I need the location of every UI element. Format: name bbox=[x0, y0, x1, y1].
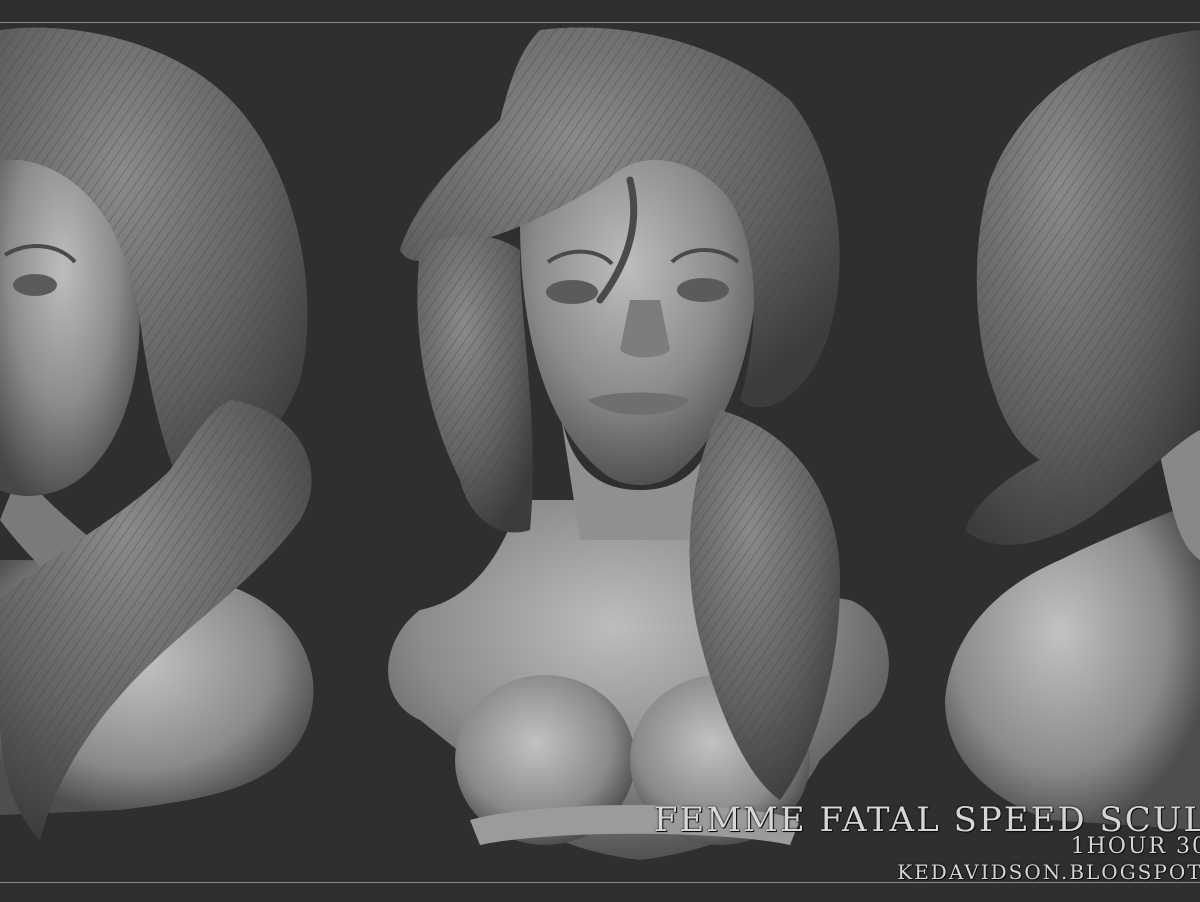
front-view-bust bbox=[388, 27, 889, 860]
caption-duration: 1HOUR 30 bbox=[1070, 834, 1200, 859]
caption-website: KEDAVIDSON.BLOGSPOT. bbox=[897, 860, 1200, 884]
sculpt-render bbox=[0, 27, 1200, 860]
left-view-bust bbox=[0, 27, 314, 840]
back-view-bust bbox=[945, 30, 1200, 830]
